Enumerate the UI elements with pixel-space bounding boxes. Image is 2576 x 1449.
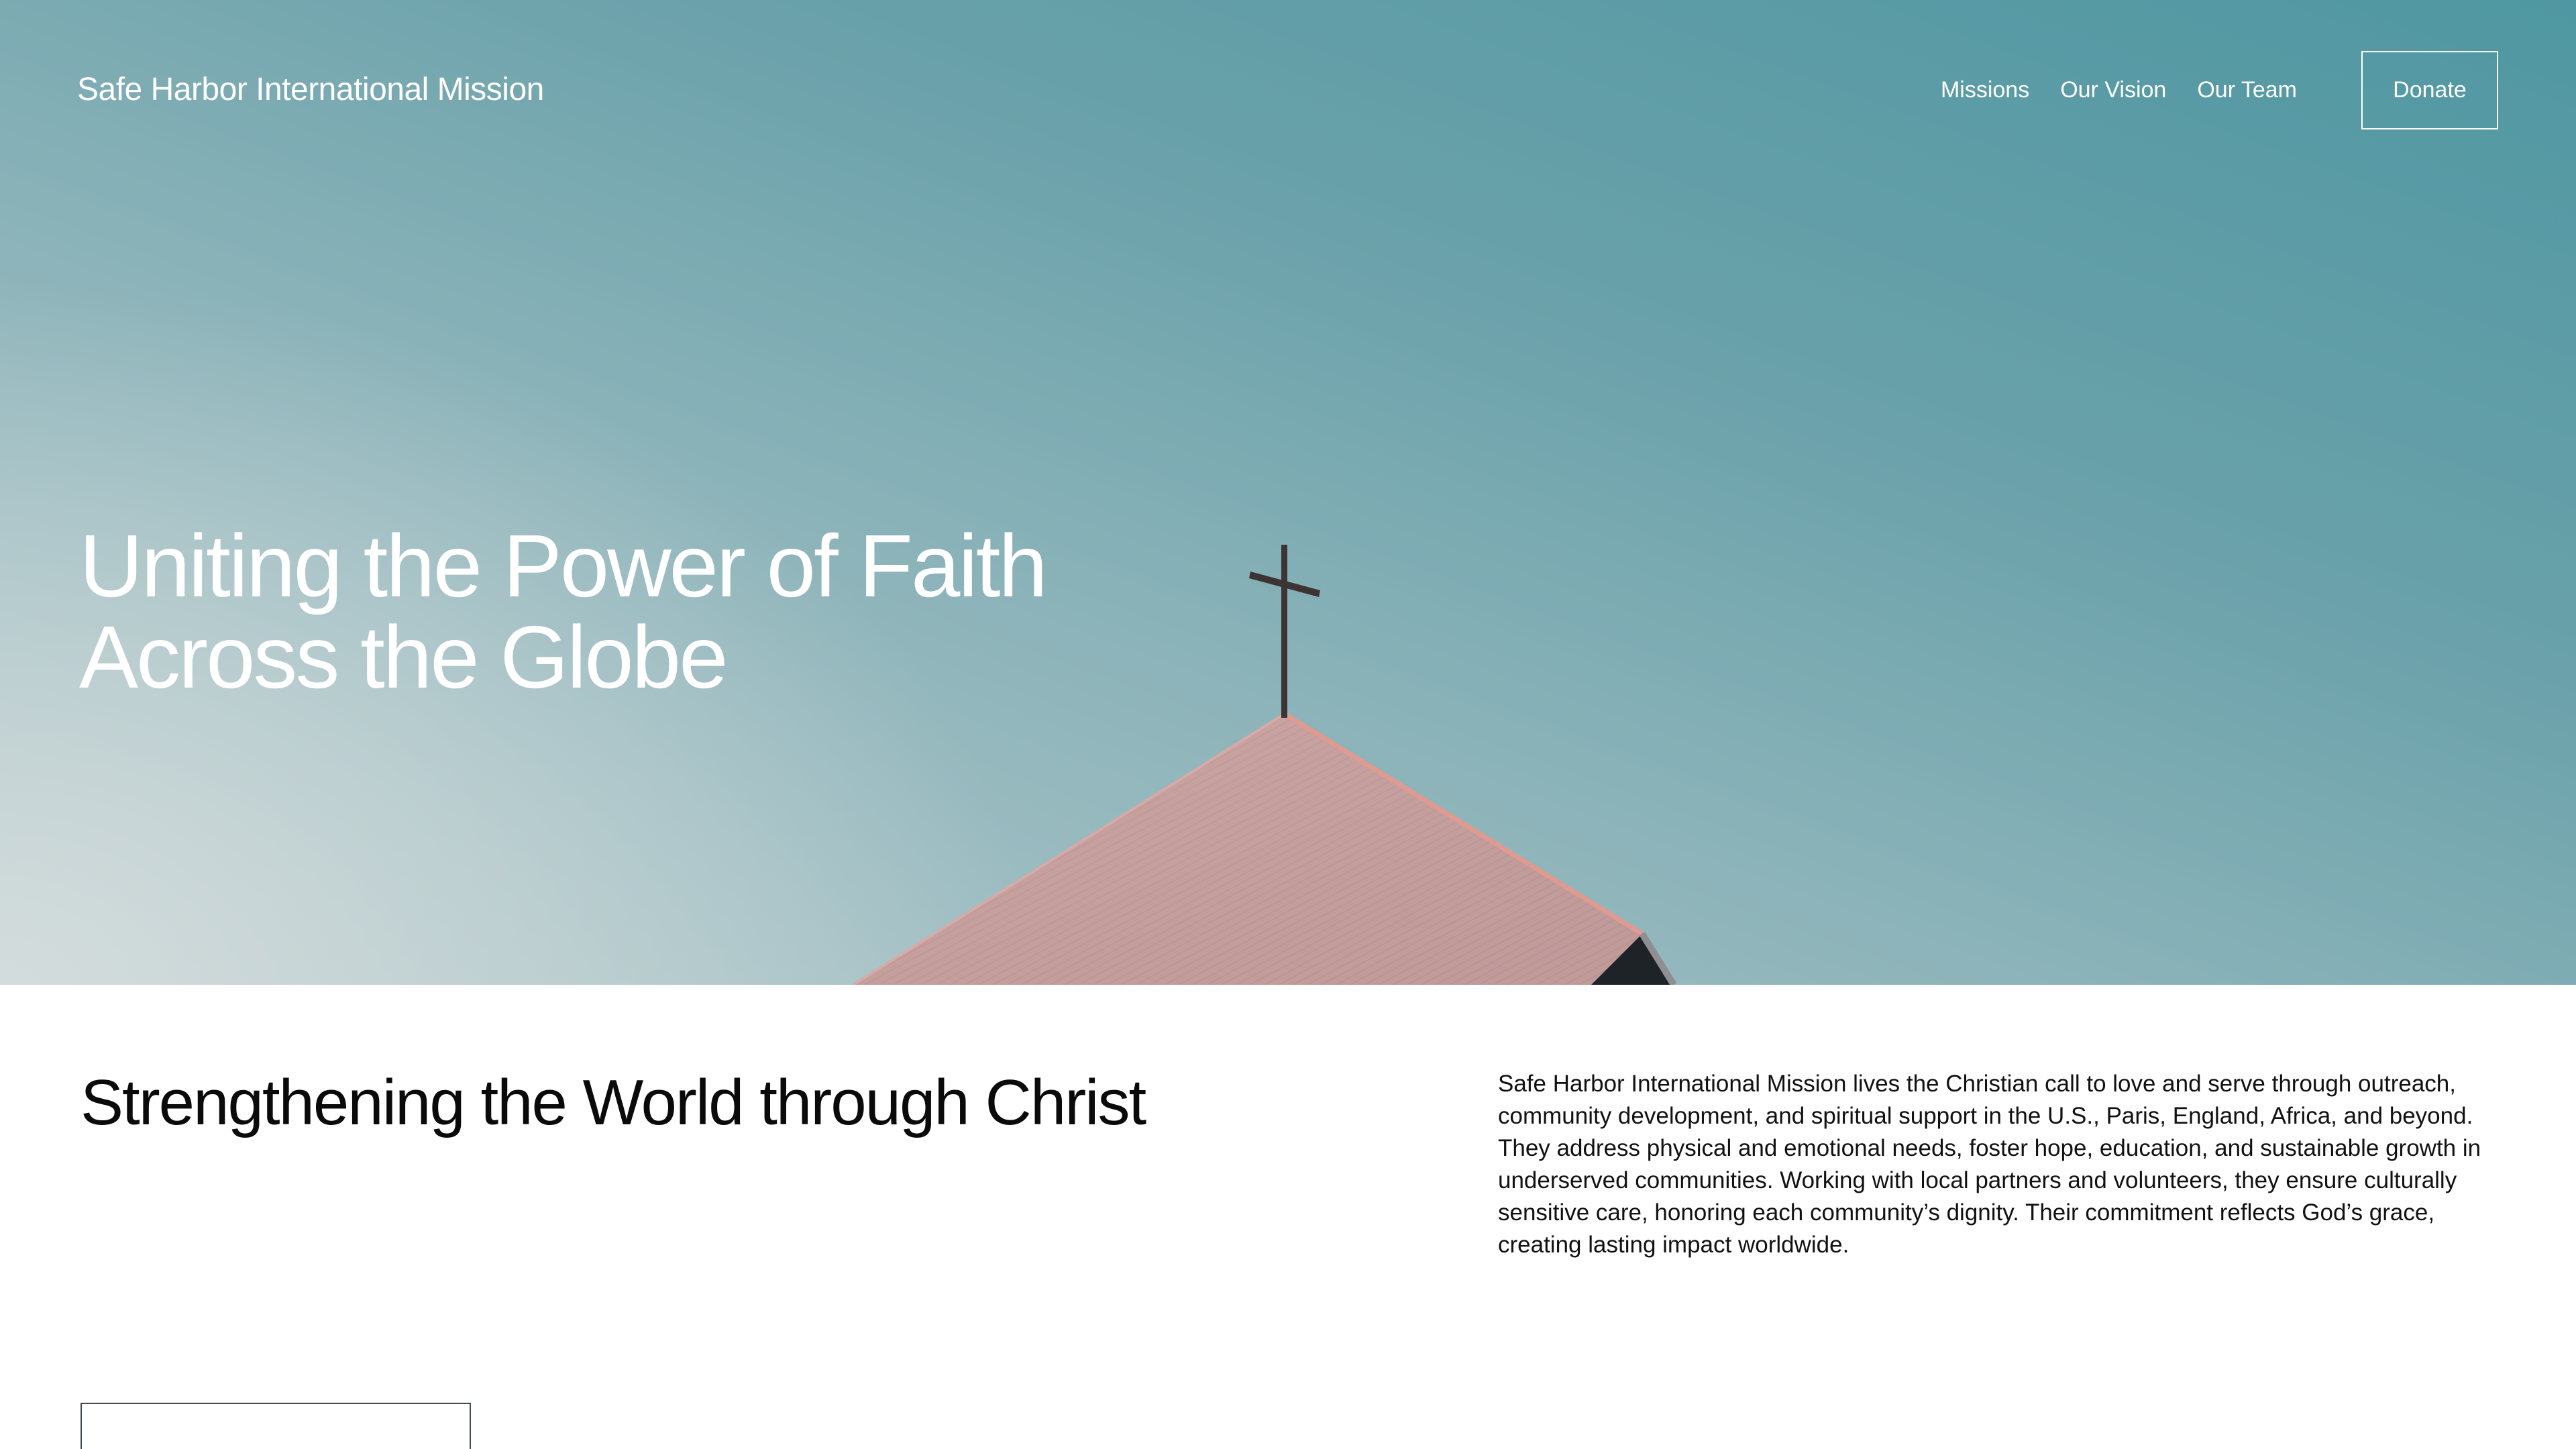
hero-section: Safe Harbor International Mission Missio…	[0, 0, 2576, 985]
church-roof-cross-photo	[852, 545, 1677, 985]
donate-button[interactable]: Donate	[2361, 51, 2498, 129]
hero-title: Uniting the Power of Faith Across the Gl…	[79, 521, 1354, 703]
nav-link-our-vision[interactable]: Our Vision	[2060, 75, 2166, 105]
hero-title-line-2: Across the Globe	[79, 608, 729, 706]
nav-link-missions[interactable]: Missions	[1941, 75, 2029, 105]
hero-title-line-1: Uniting the Power of Faith	[79, 517, 1048, 615]
outline-button[interactable]	[80, 1403, 471, 1449]
section-body: Safe Harbor International Mission lives …	[1498, 1071, 2481, 1258]
main-nav: Missions Our Vision Our Team	[1941, 75, 2297, 105]
page: Safe Harbor International Mission Missio…	[0, 0, 2576, 1449]
nav-link-our-team[interactable]: Our Team	[2197, 75, 2297, 105]
section-heading: Strengthening the World through Christ	[80, 1067, 1146, 1138]
site-title[interactable]: Safe Harbor International Mission	[77, 70, 544, 110]
